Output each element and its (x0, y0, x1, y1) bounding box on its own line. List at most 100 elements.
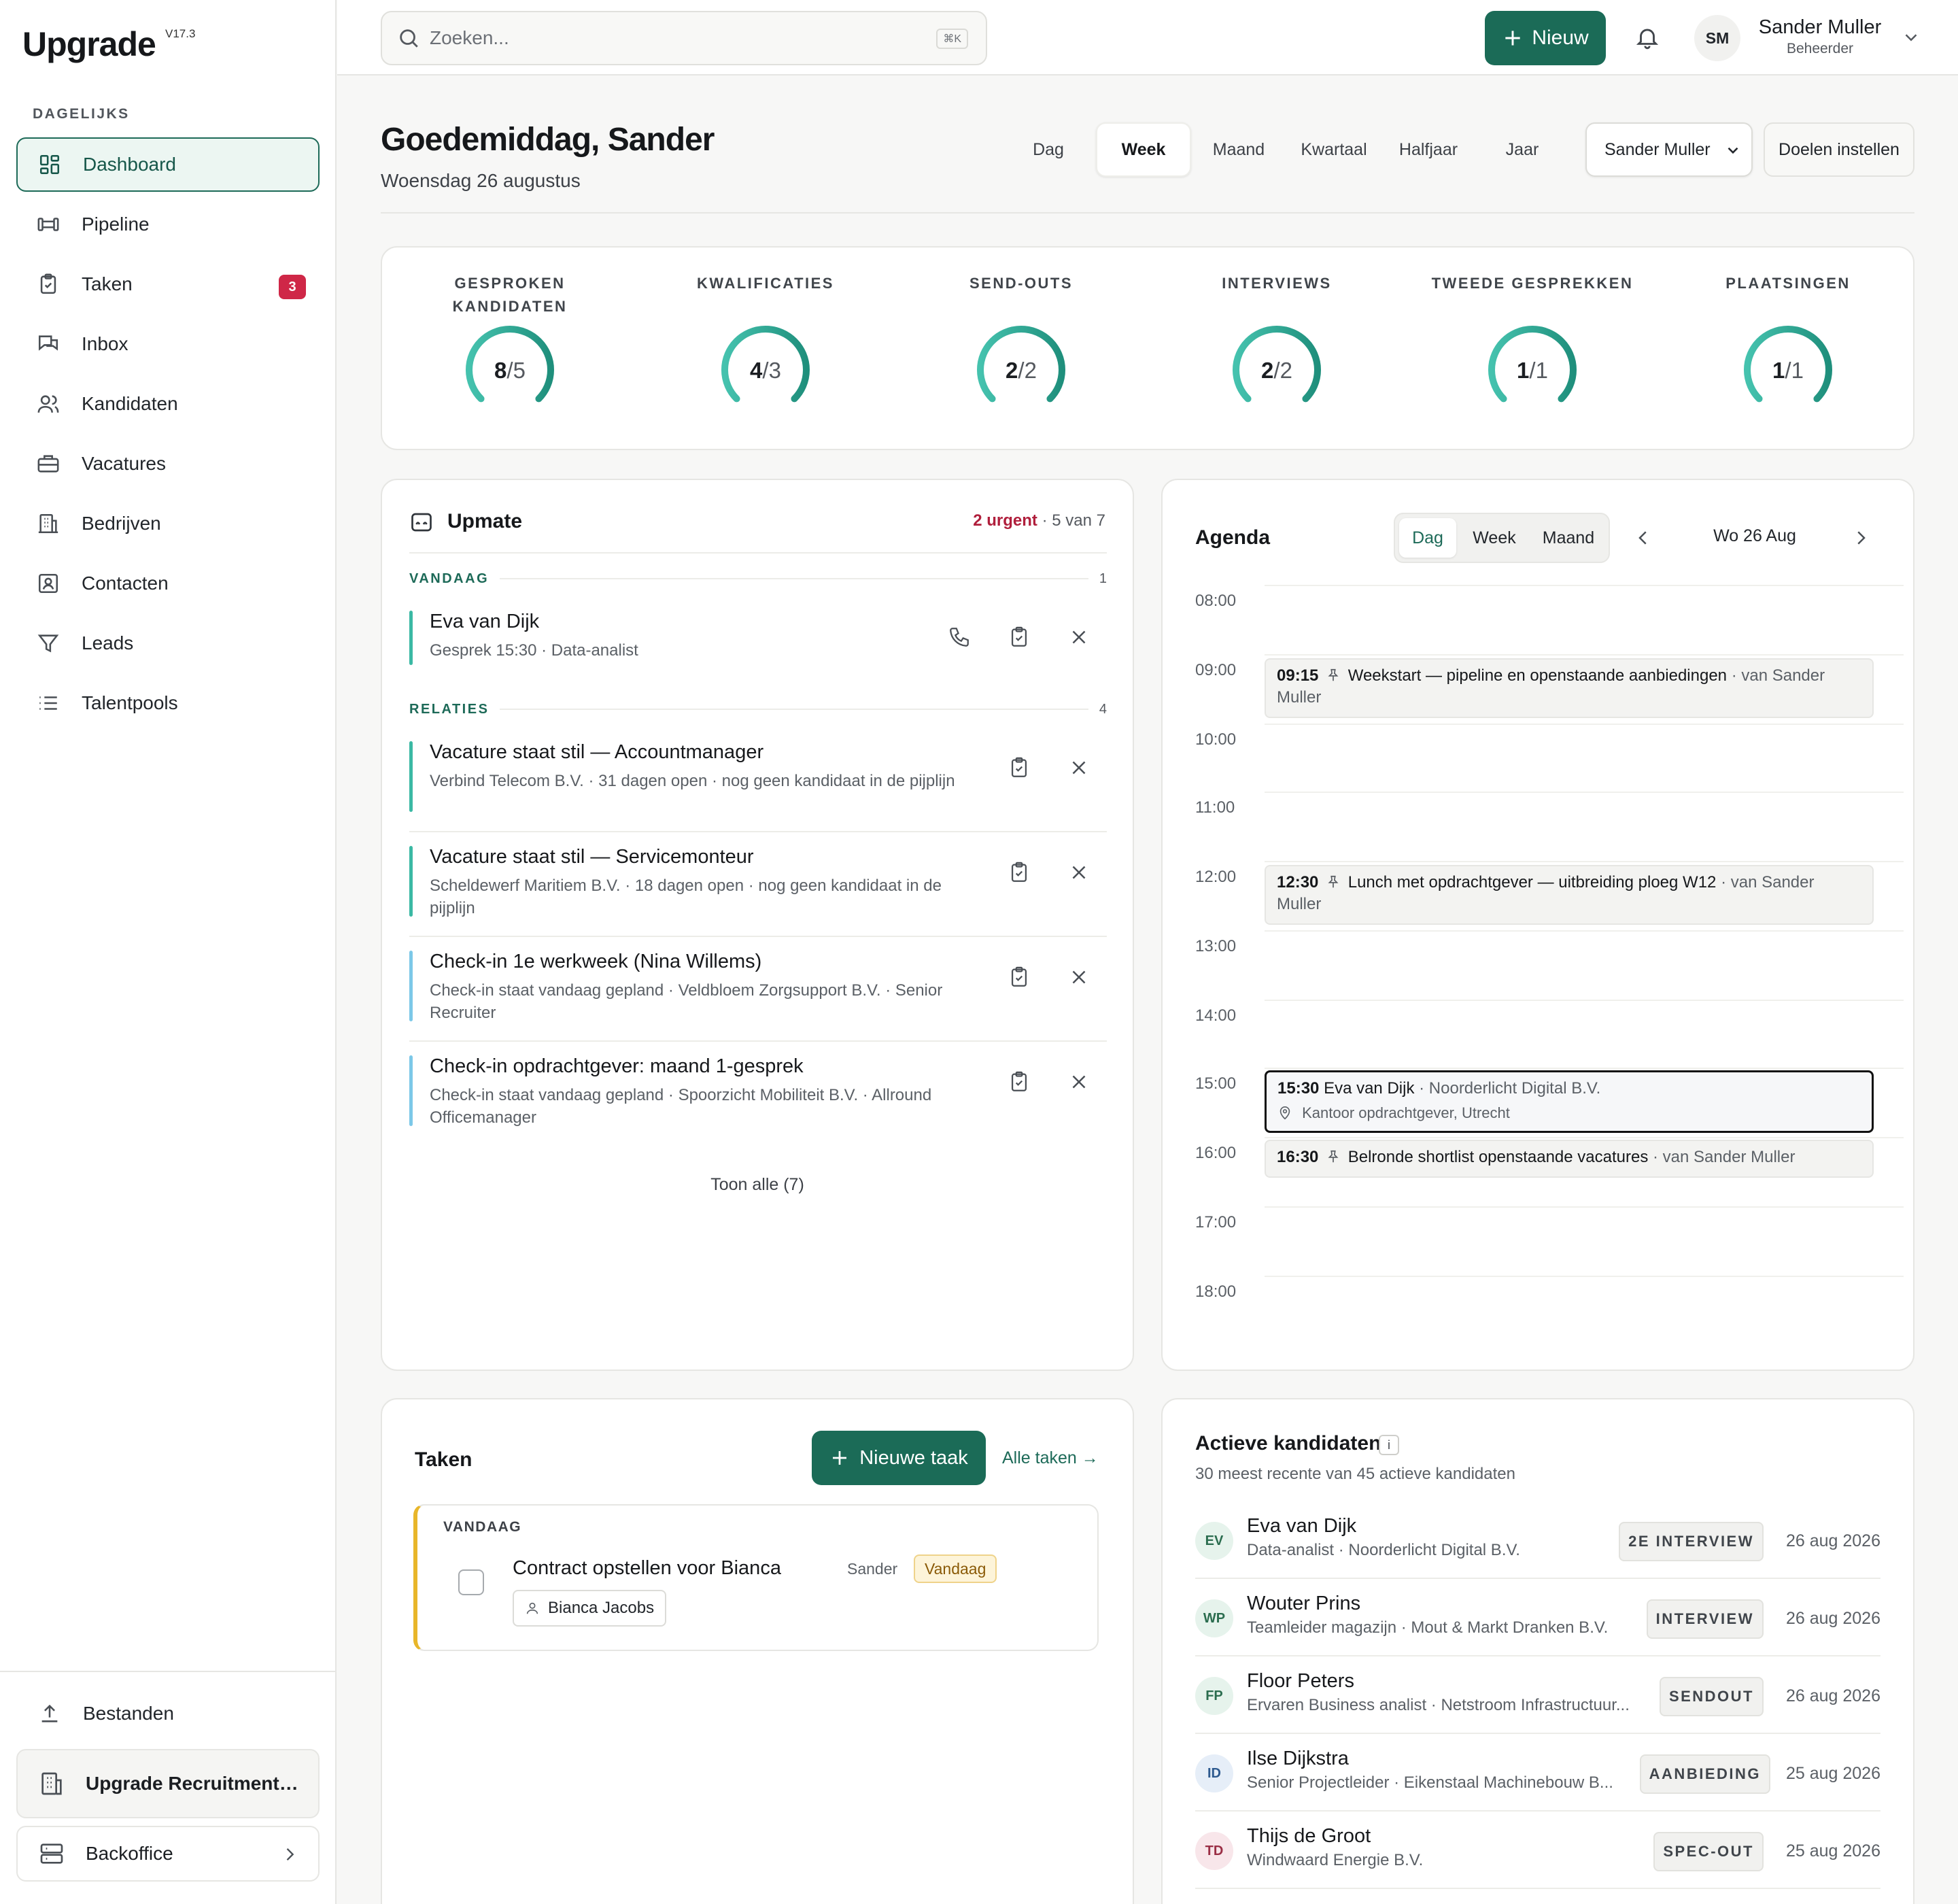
candidate-date: 26 aug 2026 (1785, 1686, 1880, 1705)
upmate-group-relaties: RELATIES 4 (409, 699, 1107, 719)
notifications-bell-icon[interactable] (1634, 24, 1660, 50)
kpi-value: 1/1 (1517, 358, 1548, 383)
search-input[interactable] (430, 27, 906, 49)
period-tab-week[interactable]: Week (1096, 122, 1191, 177)
kpi-label: PLAATSINGEN (1725, 275, 1851, 292)
candidate-row[interactable]: ID Ilse Dijkstra Senior Projectleider · … (1195, 1734, 1880, 1812)
sidebar-item-vacatures[interactable]: Vacatures (16, 437, 320, 491)
kpi-target: 2 (1279, 358, 1292, 383)
sidebar-item-talentpools[interactable]: Talentpools (16, 676, 320, 730)
task-name[interactable]: Contract opstellen voor Bianca (513, 1557, 781, 1580)
search-bar[interactable]: ⌘K (381, 11, 987, 65)
hour-line (1265, 1137, 1904, 1138)
candidate-row[interactable]: TD Thijs de Groot Windwaard Energie B.V.… (1195, 1812, 1880, 1889)
sidebar-item-leads[interactable]: Leads (16, 616, 320, 670)
all-tasks-link[interactable]: Alle taken → (1002, 1448, 1099, 1468)
divider (409, 831, 1107, 832)
kpi-value: 2/2 (1006, 358, 1037, 383)
upmate-item[interactable]: Check-in 1e werkweek (Nina Willems) Chec… (409, 951, 1107, 1042)
sidebar-item-bestanden[interactable]: Bestanden (16, 1686, 320, 1741)
dismiss-icon[interactable] (1067, 626, 1090, 649)
dismiss-icon[interactable] (1067, 966, 1090, 989)
building-icon (38, 1770, 65, 1797)
upmate-item[interactable]: Vacature staat stil — Accountmanager Ver… (409, 741, 1107, 832)
kpi-actual: 1 (1517, 358, 1530, 383)
clipboard-task-icon[interactable] (1008, 966, 1031, 989)
upmate-item[interactable]: Check-in opdrachtgever: maand 1-gesprek … (409, 1055, 1107, 1132)
clipboard-task-icon[interactable] (1008, 756, 1031, 779)
sidebar-item-kandidaten[interactable]: Kandidaten (16, 377, 320, 431)
hour-line (1265, 1068, 1904, 1069)
candidate-row[interactable]: FP Floor Peters Ervaren Business analist… (1195, 1656, 1880, 1734)
clipboard-task-icon[interactable] (1008, 861, 1031, 884)
period-tab-jaar[interactable]: Jaar (1477, 122, 1568, 177)
set-goals-button[interactable]: Doelen instellen (1764, 122, 1914, 177)
kpi-item: KWALIFICATIES 4/3 (638, 248, 893, 449)
sidebar-item-pipeline[interactable]: Pipeline (16, 197, 320, 252)
active-candidates-card: Actieve kandidaten i 30 meest recente va… (1161, 1398, 1914, 1904)
organization-switcher[interactable]: Upgrade Recruitment B.V. (16, 1749, 320, 1818)
candidate-name: Eva van Dijk (1247, 1515, 1357, 1537)
chevron-left-icon[interactable] (1633, 528, 1653, 548)
kpi-label: TWEEDE GESPREKKEN (1431, 275, 1634, 292)
user-filter-select[interactable]: Sander Muller (1585, 122, 1753, 177)
kpi-target: 2 (1024, 358, 1037, 383)
clipboard-task-icon[interactable] (1008, 1070, 1031, 1093)
clipboard-task-icon[interactable] (1008, 626, 1031, 649)
upmate-item[interactable]: Vacature staat stil — Servicemonteur Sch… (409, 846, 1107, 937)
chevron-right-icon[interactable] (1851, 528, 1871, 548)
agenda-event[interactable]: 09:15 Weekstart — pipeline en openstaand… (1265, 658, 1874, 718)
sidebar-item-contacten[interactable]: Contacten (16, 556, 320, 611)
new-task-button[interactable]: Nieuwe taak (812, 1431, 986, 1485)
user-avatar[interactable]: SM (1694, 15, 1740, 61)
agenda-event-selected[interactable]: 15:30 Eva van Dijk · Noorderlicht Digita… (1265, 1070, 1874, 1133)
period-tab-halfjaar[interactable]: Halfjaar (1383, 122, 1474, 177)
hour-line (1265, 585, 1904, 586)
task-linked-person[interactable]: Bianca Jacobs (513, 1590, 667, 1627)
agenda-hour: 11:00 (1195, 798, 1235, 817)
new-button[interactable]: Nieuw (1485, 11, 1606, 65)
task-checkbox[interactable] (458, 1569, 484, 1595)
agenda-hour: 13:00 (1195, 937, 1237, 955)
chevron-down-icon[interactable] (1901, 27, 1921, 48)
upmate-divider (409, 552, 1107, 554)
period-tab-kwartaal[interactable]: Kwartaal (1286, 122, 1381, 177)
phone-icon[interactable] (948, 626, 971, 649)
user-name[interactable]: Sander Muller (1749, 16, 1891, 39)
upmate-item-accent (409, 611, 413, 665)
dismiss-icon[interactable] (1067, 756, 1090, 779)
event-title: Lunch met opdrachtgever — uitbreiding pl… (1347, 873, 1717, 891)
agenda-event[interactable]: 12:30 Lunch met opdrachtgever — uitbreid… (1265, 865, 1874, 925)
sidebar: Upgrade V17.3 DAGELIJKS Dashboard Pipeli… (0, 0, 337, 1904)
list-icon (37, 692, 60, 715)
agenda-event[interactable]: 16:30 Belronde shortlist openstaande vac… (1265, 1140, 1874, 1178)
sidebar-item-bedrijven[interactable]: Bedrijven (16, 496, 320, 551)
sidebar-item-label: Inbox (82, 333, 128, 354)
app-logo[interactable]: Upgrade (22, 24, 156, 64)
show-all-link[interactable]: Toon alle (7) (382, 1175, 1133, 1195)
period-tab-dag[interactable]: Dag (1003, 122, 1093, 177)
hour-line (1265, 1206, 1904, 1208)
sidebar-item-inbox[interactable]: Inbox (16, 317, 320, 371)
agenda-hour: 18:00 (1195, 1282, 1237, 1301)
dismiss-icon[interactable] (1067, 861, 1090, 884)
topbar: ⌘K Nieuw SM Sander Muller Beheerder (337, 0, 1958, 75)
sidebar-item-dashboard[interactable]: Dashboard (16, 137, 320, 192)
sidebar-item-taken[interactable]: Taken 3 (16, 257, 320, 311)
candidate-row[interactable]: EV Eva van Dijk Data-analist · Noorderli… (1195, 1501, 1880, 1579)
agenda-view-dag[interactable]: Dag (1399, 518, 1456, 558)
period-tab-maand[interactable]: Maand (1194, 122, 1284, 177)
page-title: Goedemiddag, Sander (381, 122, 715, 158)
sidebar-item-label: Leads (82, 632, 134, 653)
agenda-view-week[interactable]: Week (1459, 518, 1530, 558)
agenda-title: Agenda (1195, 526, 1271, 549)
agenda-view-maand[interactable]: Maand (1531, 518, 1606, 558)
event-location: Kantoor opdrachtgever, Utrecht (1302, 1104, 1510, 1121)
backoffice-button[interactable]: Backoffice (16, 1826, 320, 1882)
candidate-detail: Ervaren Business analist · Netstroom Inf… (1247, 1696, 1630, 1714)
info-icon[interactable]: i (1379, 1435, 1399, 1455)
dismiss-icon[interactable] (1067, 1070, 1090, 1093)
candidate-row[interactable]: WP Wouter Prins Teamleider magazijn · Mo… (1195, 1579, 1880, 1656)
candidate-avatar: TD (1195, 1832, 1233, 1870)
upmate-item[interactable]: Eva van Dijk Gesprek 15:30 · Data-analis… (409, 611, 1107, 665)
